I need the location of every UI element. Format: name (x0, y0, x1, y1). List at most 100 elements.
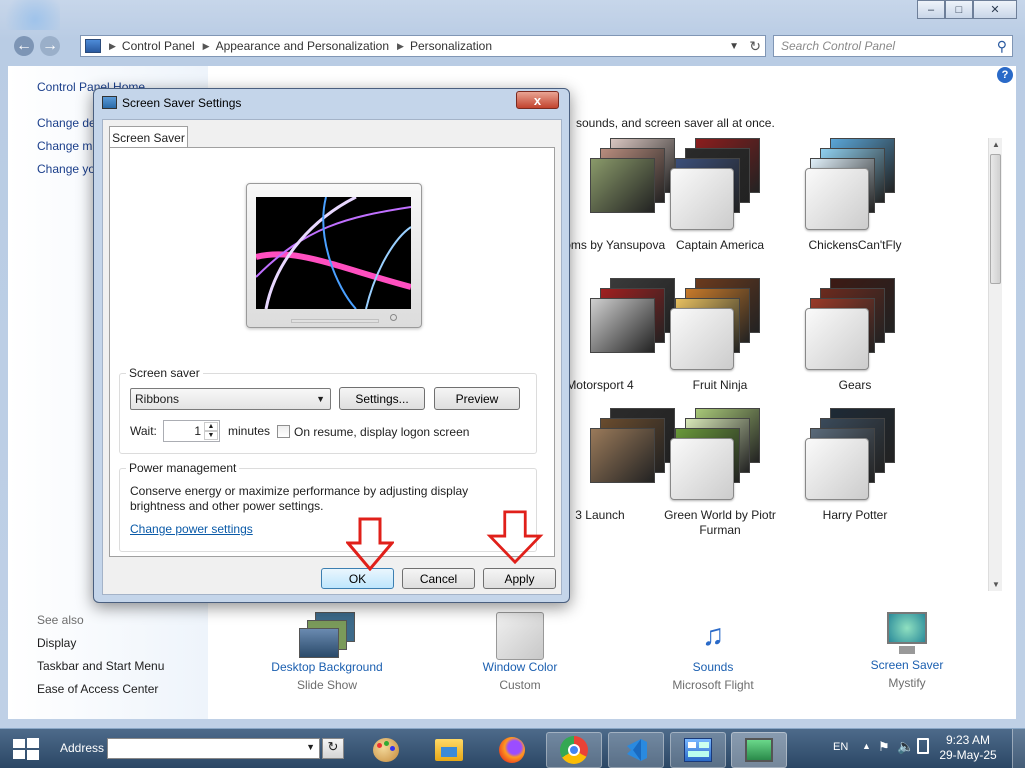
breadcrumb-control-panel[interactable]: Control Panel (122, 39, 195, 53)
vscode-icon[interactable] (608, 732, 664, 768)
sounds-title[interactable]: Sounds (648, 660, 778, 674)
screen-saver-item[interactable]: Screen Saver Mystify (842, 612, 972, 690)
search-input[interactable]: Search Control Panel ⚲ (773, 35, 1013, 57)
show-hidden-icons[interactable]: ▲ (862, 741, 871, 751)
theme-item[interactable]: Green World by Piotr Furman (655, 408, 795, 543)
address-dropdown-icon[interactable]: ▼ (729, 41, 739, 52)
screen-saver-settings-icon[interactable] (731, 732, 787, 768)
theme-preview-image (590, 428, 655, 483)
left-link-1[interactable]: Change de (37, 116, 96, 130)
chevron-down-icon[interactable]: ▼ (306, 742, 315, 752)
settings-button[interactable]: Settings... (339, 387, 425, 410)
theme-color-swatch (670, 438, 734, 500)
close-button[interactable]: ✕ (973, 0, 1017, 19)
wait-value[interactable]: 1 (194, 424, 201, 438)
window-color-icon (496, 612, 544, 660)
screen-saver-select[interactable]: Ribbons ▼ (130, 388, 331, 410)
paint-icon[interactable] (358, 732, 414, 768)
cancel-button[interactable]: Cancel (402, 568, 475, 589)
search-icon[interactable]: ⚲ (997, 38, 1007, 55)
resume-label[interactable]: On resume, display logon screen (294, 425, 469, 439)
language-indicator[interactable]: EN (833, 741, 848, 753)
volume-icon[interactable]: 🔈 (897, 738, 914, 755)
help-icon[interactable]: ? (997, 67, 1013, 83)
scroll-down-icon[interactable]: ▼ (992, 580, 1000, 589)
scroll-up-icon[interactable]: ▲ (992, 140, 1000, 149)
chrome-icon[interactable] (546, 732, 602, 768)
control-panel-icon[interactable] (670, 732, 726, 768)
monitor-preview (246, 183, 422, 328)
windows-logo-icon (13, 738, 39, 760)
sounds-subtitle: Microsoft Flight (672, 678, 754, 692)
minutes-label: minutes (228, 424, 271, 438)
ribbons-preview (256, 197, 411, 309)
ok-button[interactable]: OK (321, 568, 394, 589)
themes-scrollbar[interactable]: ▲ ▼ (988, 138, 1002, 591)
tab-screen-saver[interactable]: Screen Saver (109, 126, 188, 148)
screen-saver-title[interactable]: Screen Saver (842, 658, 972, 672)
chevron-right-icon: ▶ (202, 40, 210, 51)
forward-button[interactable]: → (40, 36, 60, 56)
action-center-icon[interactable]: ⚑ (878, 739, 890, 755)
resume-checkbox[interactable] (277, 425, 290, 438)
taskbar-address-input[interactable]: ▼ (107, 738, 320, 759)
chevron-right-icon: ▶ (109, 40, 116, 51)
left-link-2[interactable]: Change m (37, 139, 92, 153)
breadcrumb-personalization[interactable]: Personalization (410, 39, 492, 53)
theme-item[interactable]: ChickensCan'tFly (790, 138, 930, 273)
theme-item[interactable]: Gears (790, 278, 930, 413)
firefox-icon[interactable] (484, 732, 540, 768)
theme-color-swatch (670, 168, 734, 230)
power-group-title: Power management (126, 461, 240, 475)
refresh-icon[interactable]: ↻ (749, 38, 761, 55)
monitor-power-light (390, 314, 397, 321)
maximize-button[interactable]: □ (945, 0, 973, 19)
apply-button[interactable]: Apply (483, 568, 556, 589)
themes-list: Blossoms by YansupovaCaptain AmericaChic… (570, 138, 988, 591)
wait-stepper[interactable]: 1 ▲ ▼ (163, 420, 220, 442)
network-icon[interactable] (917, 738, 929, 754)
spin-up-icon[interactable]: ▲ (204, 422, 218, 431)
preview-button[interactable]: Preview (434, 387, 520, 410)
theme-item[interactable]: Harry Potter (790, 408, 930, 543)
left-link-3[interactable]: Change yo (37, 162, 95, 176)
taskbar: Address ▼ ↻ EN ▲ ⚑ 🔈 9:23 AM 29-May-25 (0, 728, 1025, 768)
breadcrumb-appearance[interactable]: Appearance and Personalization (216, 39, 389, 53)
arrow-annotation-apply (486, 510, 544, 564)
dialog-close-button[interactable]: x (516, 91, 559, 109)
show-desktop-button[interactable] (1012, 729, 1025, 768)
selected-saver: Ribbons (135, 392, 180, 406)
sounds-item[interactable]: ♫ Sounds Microsoft Flight (648, 612, 778, 692)
start-button[interactable] (12, 737, 40, 761)
desktop-background-item[interactable]: Desktop Background Slide Show (262, 612, 392, 692)
spin-down-icon[interactable]: ▼ (204, 431, 218, 440)
preview-screen (256, 197, 411, 309)
see-also-taskbar[interactable]: Taskbar and Start Menu (37, 659, 164, 673)
minimize-button[interactable]: – (917, 0, 945, 19)
scroll-thumb[interactable] (990, 154, 1001, 284)
theme-item[interactable]: Captain America (655, 138, 795, 273)
control-panel-icon (85, 39, 101, 53)
desktop-background-title[interactable]: Desktop Background (262, 660, 392, 674)
theme-label: Fruit Ninja (692, 378, 748, 392)
window-color-subtitle: Custom (499, 678, 541, 692)
taskbar-go-button[interactable]: ↻ (322, 738, 344, 759)
power-management-group: Power management Conserve energy or maxi… (119, 461, 537, 552)
see-also-ease-of-access[interactable]: Ease of Access Center (37, 682, 158, 696)
window-color-item[interactable]: Window Color Custom (455, 612, 585, 692)
page-heading-partial: sounds, and screen saver all at once. (576, 116, 775, 130)
see-also-display[interactable]: Display (37, 636, 76, 650)
file-explorer-icon[interactable] (421, 732, 477, 768)
change-power-settings-link[interactable]: Change power settings (130, 522, 253, 536)
theme-item[interactable]: Fruit Ninja (655, 278, 795, 413)
window-orb (0, 0, 60, 30)
back-button[interactable]: ← (14, 36, 34, 56)
clock[interactable]: 9:23 AM 29-May-25 (936, 733, 1000, 763)
window-color-title[interactable]: Window Color (455, 660, 585, 674)
address-bar[interactable]: ▶ Control Panel ▶ Appearance and Persona… (80, 35, 766, 57)
dialog-title: Screen Saver Settings (122, 96, 242, 110)
see-also-title: See also (37, 613, 84, 627)
theme-label: Harry Potter (822, 508, 888, 522)
sounds-icon: ♫ (701, 619, 725, 652)
desktop-background-subtitle: Slide Show (296, 678, 358, 692)
